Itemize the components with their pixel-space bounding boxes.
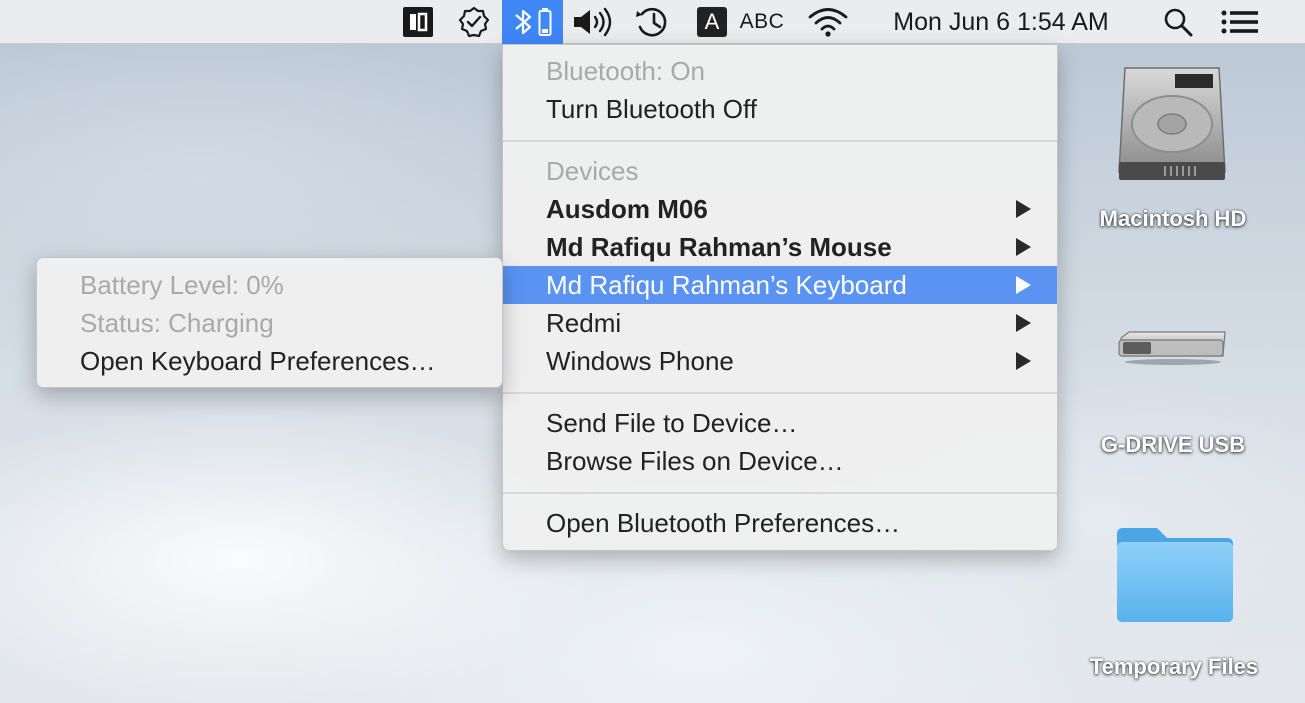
desktop-item-macintosh-hd[interactable]: Macintosh HD	[1070, 60, 1276, 240]
device-item-ausdom-m06[interactable]: Ausdom M06	[503, 190, 1057, 228]
menu-item-label: Ausdom M06	[546, 193, 708, 224]
desktop-item-label: G-DRIVE USB	[1100, 432, 1246, 457]
bluetooth-status-item: Bluetooth: On	[503, 52, 1057, 90]
desktop-item-label: Temporary Files	[1089, 654, 1259, 679]
clean-status-icon[interactable]	[452, 0, 496, 44]
open-bluetooth-preferences-item[interactable]: Open Bluetooth Preferences…	[503, 504, 1057, 542]
devices-header: Devices	[503, 152, 1057, 190]
open-keyboard-preferences-item[interactable]: Open Keyboard Preferences…	[37, 342, 502, 380]
device-item-mouse[interactable]: Md Rafiqu Rahman’s Mouse	[503, 228, 1057, 266]
volume-icon[interactable]	[570, 0, 616, 44]
menu-separator	[503, 140, 1057, 142]
menu-item-label: Open Keyboard Preferences…	[80, 345, 436, 376]
menu-item-label: Send File to Device…	[546, 407, 798, 438]
menu-item-label: Status: Charging	[80, 307, 274, 338]
menu-item-label: Battery Level: 0%	[80, 269, 284, 300]
menubar-clock[interactable]: Mon Jun 6 1:54 AM	[866, 0, 1136, 44]
input-source-label[interactable]: ABC	[735, 0, 789, 44]
bluetooth-icon	[513, 6, 535, 38]
menu-separator	[503, 492, 1057, 494]
external-drive-icon	[1117, 330, 1229, 371]
submenu-arrow-icon	[1016, 238, 1031, 256]
menu-bar: A ABC Mon Jun 6 1:54 AM	[0, 0, 1305, 44]
menu-item-label: Md Rafiqu Rahman’s Keyboard	[546, 269, 907, 300]
menu-item-label: Open Bluetooth Preferences…	[546, 507, 901, 538]
keyboard-status-item: Status: Charging	[37, 304, 502, 342]
folder-icon	[1115, 526, 1235, 629]
submenu-arrow-icon	[1016, 352, 1031, 370]
sidebar-app-icon[interactable]	[398, 0, 438, 44]
battery-level-item: Battery Level: 0%	[37, 266, 502, 304]
send-file-item[interactable]: Send File to Device…	[503, 404, 1057, 442]
input-source-letter: A	[704, 9, 720, 34]
menu-item-label: Turn Bluetooth Off	[546, 93, 758, 124]
submenu-arrow-icon	[1016, 314, 1031, 332]
turn-bluetooth-off-item[interactable]: Turn Bluetooth Off	[503, 90, 1057, 128]
desktop-item-label: Macintosh HD	[1099, 206, 1247, 231]
menu-item-label: Redmi	[546, 307, 622, 338]
desktop-item-temporary-files[interactable]: Temporary Files	[1066, 522, 1282, 687]
menu-item-label: Windows Phone	[546, 345, 734, 376]
browse-files-item[interactable]: Browse Files on Device…	[503, 442, 1057, 480]
device-item-windows-phone[interactable]: Windows Phone	[503, 342, 1057, 380]
submenu-arrow-icon	[1016, 276, 1031, 294]
menu-item-label: Browse Files on Device…	[546, 445, 844, 476]
device-item-redmi[interactable]: Redmi	[503, 304, 1057, 342]
bluetooth-menu-extra[interactable]	[502, 0, 563, 44]
input-source-icon[interactable]: A	[696, 0, 728, 44]
hard-drive-icon	[1113, 64, 1231, 189]
menu-separator	[503, 392, 1057, 394]
notification-center-icon[interactable]	[1218, 0, 1262, 44]
device-item-keyboard[interactable]: Md Rafiqu Rahman’s Keyboard	[503, 266, 1057, 304]
bluetooth-menu: Bluetooth: On Turn Bluetooth Off Devices…	[502, 44, 1058, 551]
desktop-item-g-drive-usb[interactable]: G-DRIVE USB	[1070, 318, 1276, 463]
submenu-arrow-icon	[1016, 200, 1031, 218]
battery-icon	[538, 7, 552, 37]
menu-item-label: Md Rafiqu Rahman’s Mouse	[546, 231, 892, 262]
menu-item-label: Devices	[546, 155, 639, 186]
wifi-icon[interactable]	[804, 0, 852, 44]
keyboard-submenu: Battery Level: 0% Status: Charging Open …	[36, 257, 503, 388]
time-machine-icon[interactable]	[630, 0, 674, 44]
spotlight-icon[interactable]	[1158, 0, 1198, 44]
menu-item-label: Bluetooth: On	[546, 55, 705, 86]
